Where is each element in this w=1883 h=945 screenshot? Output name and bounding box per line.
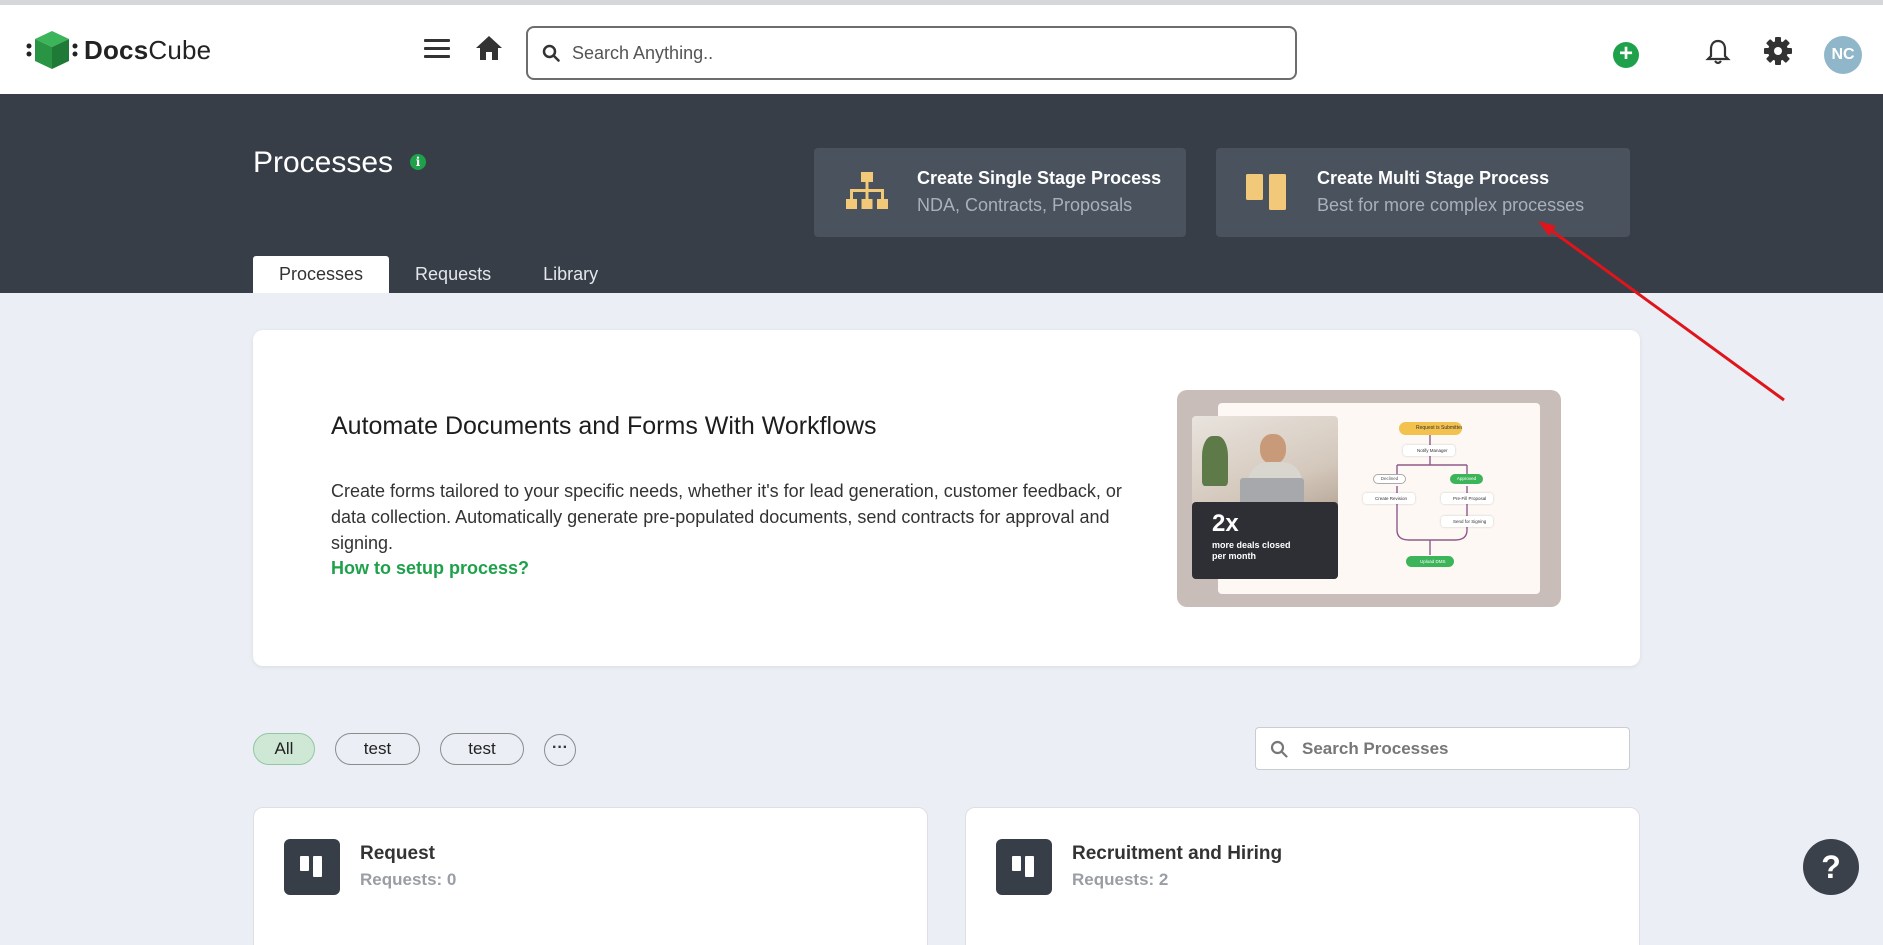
promo-title: Automate Documents and Forms With Workfl… bbox=[331, 412, 877, 440]
org-chart-icon bbox=[846, 172, 888, 209]
page-title: Processes bbox=[253, 146, 394, 179]
flow-node-approved: Approved bbox=[1450, 474, 1483, 484]
create-multi-stage-button[interactable]: Create Multi Stage Process Best for more… bbox=[1216, 148, 1630, 237]
home-icon[interactable] bbox=[475, 35, 503, 61]
create-single-stage-button[interactable]: Create Single Stage Process NDA, Contrac… bbox=[814, 148, 1186, 237]
process-name: Request bbox=[360, 843, 435, 864]
flow-node-start: Request is Submitted bbox=[1399, 422, 1462, 435]
logo-text: DocsCube bbox=[84, 34, 212, 65]
help-button[interactable]: ? bbox=[1803, 839, 1859, 895]
setup-process-link[interactable]: How to setup process? bbox=[331, 558, 529, 579]
user-avatar[interactable]: NC bbox=[1824, 36, 1862, 74]
process-columns-icon bbox=[284, 839, 340, 895]
search-icon bbox=[1270, 740, 1288, 758]
filter-chip-test[interactable]: test bbox=[335, 733, 420, 765]
search-processes-placeholder: Search Processes bbox=[1302, 738, 1449, 758]
search-icon bbox=[542, 44, 560, 62]
add-button[interactable]: + bbox=[1613, 42, 1639, 68]
tab-bar: Processes Requests Library bbox=[253, 256, 624, 293]
flow-node-prefill: Pre-Fill Proposal bbox=[1441, 493, 1493, 504]
filter-chip-test-2[interactable]: test bbox=[440, 733, 524, 765]
search-placeholder: Search Anything.. bbox=[572, 42, 714, 63]
workflow-illustration: 2x more deals closed per month Request i… bbox=[1177, 390, 1561, 607]
flow-node-upload: Upload DMS bbox=[1406, 556, 1454, 567]
filter-chip-all[interactable]: All bbox=[253, 733, 315, 765]
create-multi-stage-subtitle: Best for more complex processes bbox=[1317, 195, 1585, 215]
flow-node-declined: Declined bbox=[1373, 474, 1406, 484]
create-multi-stage-title: Create Multi Stage Process bbox=[1317, 168, 1550, 188]
create-single-stage-title: Create Single Stage Process bbox=[917, 168, 1162, 188]
process-name: Recruitment and Hiring bbox=[1072, 843, 1283, 864]
promo-description: Create forms tailored to your specific n… bbox=[331, 481, 1122, 553]
process-card-request[interactable]: Request Requests: 0 bbox=[253, 807, 928, 945]
tab-processes[interactable]: Processes bbox=[253, 256, 390, 293]
global-search-input[interactable]: Search Anything.. bbox=[526, 26, 1297, 80]
flow-node-signing: Send for Signing bbox=[1441, 516, 1493, 527]
tab-requests[interactable]: Requests bbox=[389, 256, 517, 293]
more-filters-button[interactable]: ··· bbox=[544, 734, 576, 766]
cube-logo-icon bbox=[26, 31, 78, 69]
top-header: DocsCube Search Anything.. + NC bbox=[0, 5, 1883, 94]
search-processes-input[interactable]: Search Processes bbox=[1255, 727, 1630, 770]
bell-icon[interactable] bbox=[1705, 38, 1731, 66]
flow-node-notify: Notify Manager bbox=[1403, 445, 1455, 456]
info-icon[interactable]: i bbox=[410, 154, 426, 170]
process-columns-icon bbox=[996, 839, 1052, 895]
create-single-stage-subtitle: NDA, Contracts, Proposals bbox=[917, 195, 1133, 215]
process-card-recruitment[interactable]: Recruitment and Hiring Requests: 2 bbox=[965, 807, 1640, 945]
flow-node-revision: Create Revision bbox=[1363, 493, 1415, 504]
process-request-count: Requests: 0 bbox=[360, 870, 457, 889]
process-request-count: Requests: 2 bbox=[1072, 870, 1169, 889]
gear-icon[interactable] bbox=[1763, 36, 1793, 66]
columns-icon bbox=[1246, 174, 1286, 210]
docscube-logo[interactable]: DocsCube bbox=[26, 27, 211, 73]
menu-icon[interactable] bbox=[424, 39, 450, 59]
tab-library[interactable]: Library bbox=[517, 256, 624, 293]
